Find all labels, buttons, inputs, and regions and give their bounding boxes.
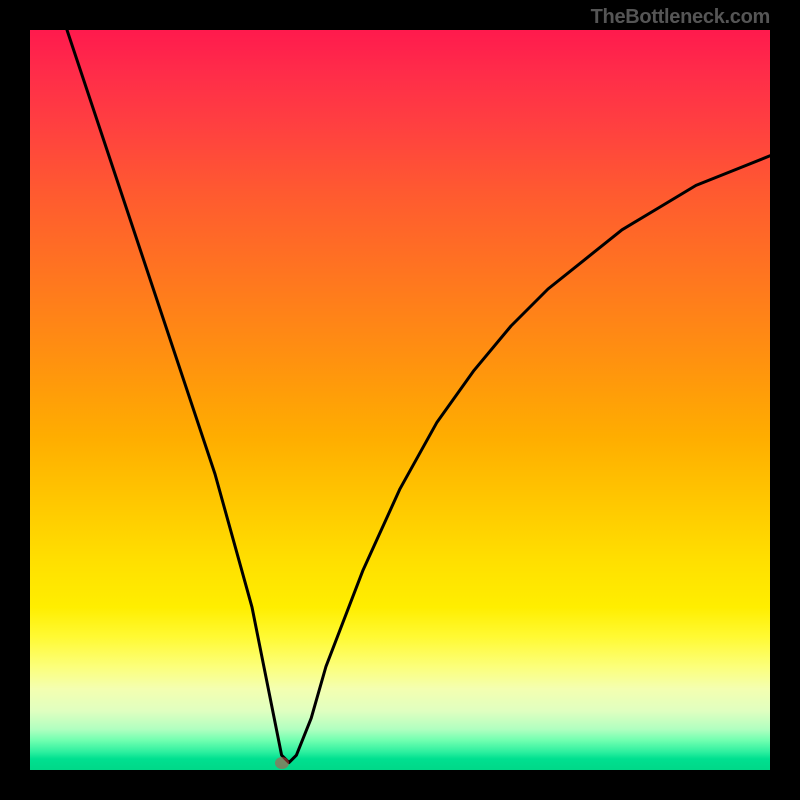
plot-background bbox=[30, 30, 770, 770]
curve-svg bbox=[30, 30, 770, 770]
bottleneck-curve bbox=[67, 30, 770, 763]
chart-frame: TheBottleneck.com bbox=[0, 0, 800, 800]
minimum-marker bbox=[275, 757, 289, 769]
watermark-text: TheBottleneck.com bbox=[591, 6, 770, 29]
